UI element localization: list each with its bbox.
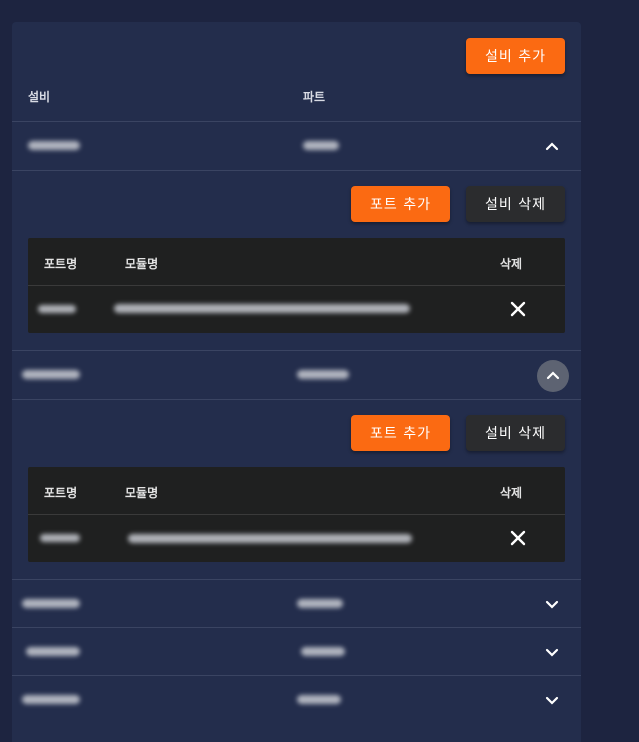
chevron-down-icon[interactable] — [545, 597, 559, 611]
equipment-name-redacted — [22, 370, 80, 379]
delete-equipment-button[interactable]: 설비 삭제 — [466, 186, 565, 222]
port-name-redacted — [38, 305, 76, 313]
part-name-redacted — [297, 370, 349, 379]
add-equipment-button[interactable]: 설비 추가 — [466, 38, 565, 74]
chevron-up-icon[interactable] — [545, 139, 559, 153]
delete-header: 삭제 — [500, 257, 523, 271]
equipment-name-redacted — [22, 695, 80, 704]
delete-header: 삭제 — [500, 486, 523, 500]
close-icon[interactable] — [510, 530, 526, 546]
part-name-redacted — [297, 599, 343, 608]
equipment-detail: 포트 추가 설비 삭제 포트명 모듈명 삭제 — [12, 399, 581, 580]
part-name-redacted — [301, 647, 345, 656]
equipment-row[interactable] — [12, 350, 581, 399]
chevron-up-icon[interactable] — [546, 368, 560, 382]
port-table: 포트명 모듈명 삭제 — [28, 467, 565, 562]
equipment-name-redacted — [28, 141, 80, 150]
equipment-row[interactable] — [12, 675, 581, 724]
port-table: 포트명 모듈명 삭제 — [28, 238, 565, 333]
module-name-redacted — [114, 304, 410, 313]
chevron-down-icon[interactable] — [545, 645, 559, 659]
chevron-down-icon[interactable] — [545, 693, 559, 707]
equipment-name-redacted — [26, 647, 80, 656]
add-port-button[interactable]: 포트 추가 — [351, 186, 450, 222]
equipment-row[interactable] — [12, 579, 581, 628]
port-name-header: 포트명 — [44, 486, 78, 500]
equipment-row[interactable] — [12, 627, 581, 676]
module-name-redacted — [128, 534, 412, 543]
divider — [28, 285, 565, 286]
equipment-panel: 설비 추가 설비 파트 포트 추가 설비 삭제 포트명 모듈명 삭제 포트 추가… — [12, 22, 581, 742]
chevron-button[interactable] — [537, 360, 569, 392]
column-header-part: 파트 — [303, 90, 326, 104]
module-name-header: 모듈명 — [125, 486, 159, 500]
equipment-row[interactable] — [12, 121, 581, 170]
port-name-redacted — [40, 534, 80, 542]
divider — [28, 514, 565, 515]
port-name-header: 포트명 — [44, 257, 78, 271]
part-name-redacted — [297, 695, 341, 704]
delete-equipment-button[interactable]: 설비 삭제 — [466, 415, 565, 451]
module-name-header: 모듈명 — [125, 257, 159, 271]
add-port-button[interactable]: 포트 추가 — [351, 415, 450, 451]
equipment-detail: 포트 추가 설비 삭제 포트명 모듈명 삭제 — [12, 170, 581, 351]
close-icon[interactable] — [510, 301, 526, 317]
column-header-equipment: 설비 — [28, 90, 51, 104]
part-name-redacted — [303, 141, 339, 150]
equipment-name-redacted — [22, 599, 80, 608]
